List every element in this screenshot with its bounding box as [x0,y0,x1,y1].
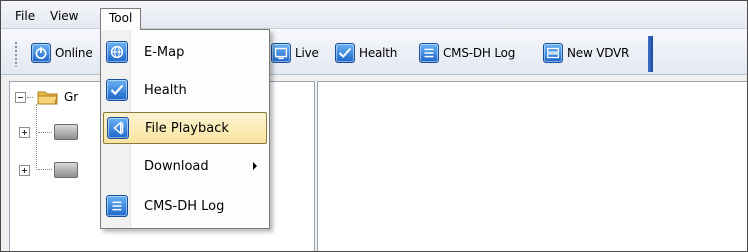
tree-guide-line [38,169,52,170]
log-icon [419,43,439,63]
toolbar-cms-dh-log-label: CMS-DH Log [443,46,516,60]
collapse-icon[interactable] [15,91,26,103]
menu-item-label: E-Map [144,44,185,60]
expand-icon[interactable] [19,126,30,138]
toolbar-new-vdvr-label: New VDVR [567,46,630,60]
submenu-arrow-icon [253,162,257,170]
menu-item-label: Download [144,158,209,174]
power-icon [31,43,51,63]
live-icon [271,43,291,63]
globe-icon [106,41,128,63]
tree-root-node[interactable]: Gr [15,87,78,107]
expand-icon[interactable] [19,164,30,176]
dvr-device-icon [54,124,78,140]
playback-icon [107,117,129,139]
menu-item-file-playback[interactable]: File Playback [103,112,267,144]
toolbar-new-vdvr-button[interactable]: New VDVR [543,40,629,66]
log-icon [106,195,128,217]
tree-guide-line [36,104,37,170]
toolbar-live-button[interactable]: Live [271,40,319,66]
toolbar-live-label: Live [295,46,319,60]
folder-icon [37,88,59,106]
tree-guide-line [38,132,52,133]
application-window: File View Online Live Health CMS-DH Log … [0,0,748,252]
menu-item-cms-dh-log[interactable]: CMS-DH Log [103,190,267,222]
toolbar-cms-dh-log-button[interactable]: CMS-DH Log [419,40,515,66]
menu-item-label: Health [144,82,187,98]
menu-file[interactable]: File [10,7,40,25]
tree-root-label: Gr [64,90,79,104]
menu-item-label: File Playback [145,120,229,136]
toolbar-health-label: Health [359,46,398,60]
toolbar-health-button[interactable]: Health [335,40,397,66]
check-icon [106,79,128,101]
menu-item-download[interactable]: Download [103,150,267,182]
menu-item-e-map[interactable]: E-Map [103,36,267,68]
toolbar-online-button[interactable]: Online [31,40,93,66]
toolbar-online-label: Online [55,46,93,60]
dvr-icon [543,43,563,63]
tree-node-dvr-2[interactable] [19,160,83,180]
menu-item-label: CMS-DH Log [144,198,225,214]
toolbar-grip[interactable] [14,41,18,67]
menu-item-health[interactable]: Health [103,74,267,106]
video-view-panel[interactable] [317,81,747,251]
menu-tool[interactable]: Tool [100,8,142,30]
tool-menu-dropdown: E-Map Health File Playback Download CMS-… [100,29,270,229]
check-icon [335,43,355,63]
dvr-device-icon [54,162,78,178]
toolbar-end-marker [648,36,653,72]
menu-view[interactable]: View [45,7,83,25]
